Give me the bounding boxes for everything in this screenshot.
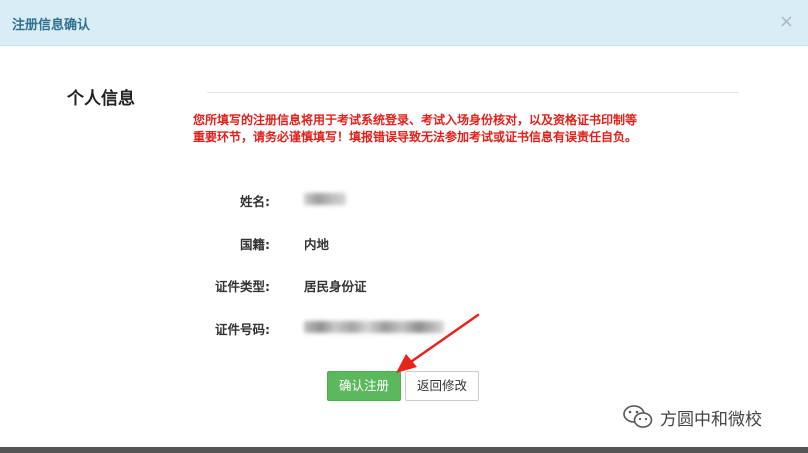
watermark: 方圆中和微校 [622,404,762,430]
annotation-arrow-icon [396,313,480,373]
watermark-text: 方圆中和微校 [660,409,762,430]
wechat-icon [623,405,653,428]
bottom-bar [0,447,808,453]
